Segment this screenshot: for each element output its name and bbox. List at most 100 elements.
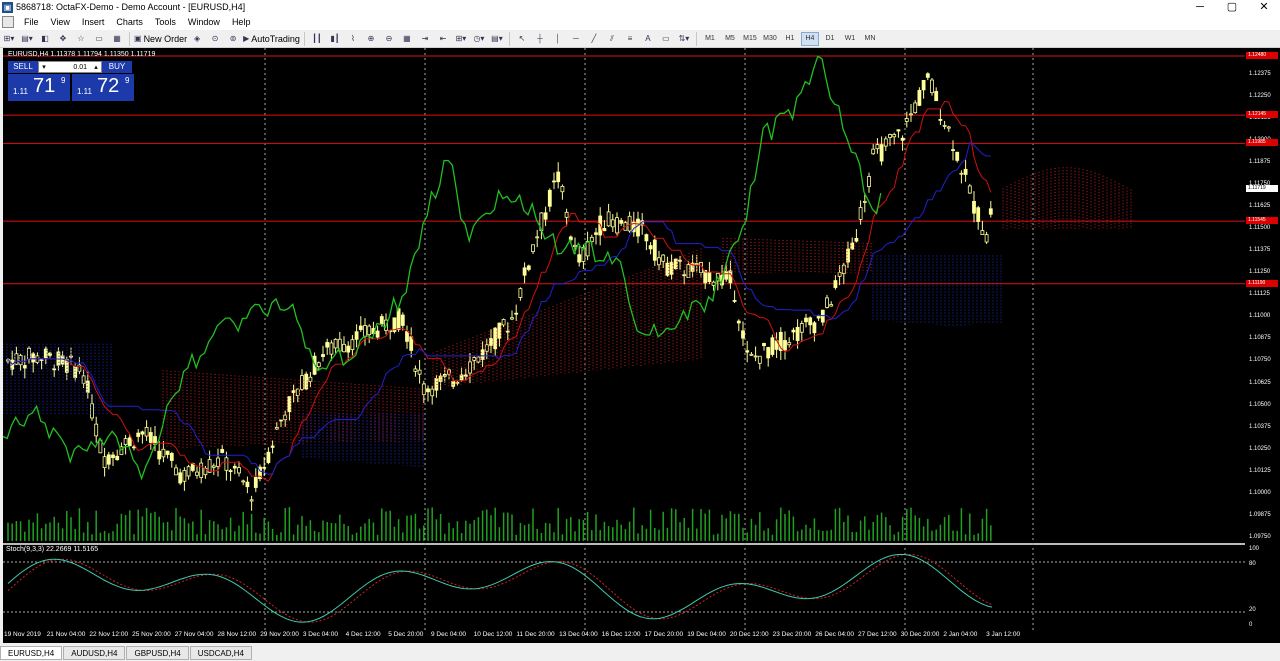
menu-help[interactable]: Help: [226, 14, 257, 30]
bar-chart-icon[interactable]: ┃┃: [309, 32, 325, 46]
indicators-icon[interactable]: ⊞▾: [453, 32, 469, 46]
bear-candle: [955, 151, 960, 161]
tab-eurusd[interactable]: EURUSD,H4: [0, 646, 63, 660]
timeframe-m1[interactable]: M1: [701, 32, 719, 46]
stochastic-label: Stoch(9,3,3) 22.2669 11.5165: [6, 546, 99, 553]
timeframe-h1[interactable]: H1: [781, 32, 799, 46]
signals-icon[interactable]: ⊙: [207, 32, 223, 46]
crosshair-icon[interactable]: ┼: [532, 32, 548, 46]
timeframe-h4[interactable]: H4: [800, 31, 819, 46]
bull-candle: [686, 264, 691, 278]
zoom-out-icon[interactable]: ⊖: [381, 32, 397, 46]
time-axis[interactable]: 19 Nov 2019 21 Nov 04:00 22 Nov 12:00 25 No…: [3, 630, 1245, 642]
bull-candle: [274, 427, 279, 430]
lot-value[interactable]: 0.01: [49, 64, 91, 71]
vertical-line-icon[interactable]: │: [550, 32, 566, 46]
periods-icon[interactable]: ◷▾: [471, 32, 487, 46]
chart-canvas[interactable]: [3, 48, 1245, 643]
new-order-button[interactable]: ▣ New Order: [134, 32, 187, 46]
menu-file[interactable]: File: [18, 14, 45, 30]
fibonacci-icon[interactable]: ≡: [622, 32, 638, 46]
tab-gbpusd[interactable]: GBPUSD,H4: [126, 646, 189, 660]
sell-price-button[interactable]: 1.11 71 9: [8, 74, 70, 101]
chart-window[interactable]: EURUSD,H4 1.11378 1.11794 1.11350 1.1171…: [3, 48, 1280, 643]
current-price-tag: 1.11719: [1246, 185, 1278, 192]
sell-button[interactable]: SELL: [8, 61, 38, 73]
market-watch-icon[interactable]: ◧: [37, 32, 53, 46]
bull-candle: [883, 138, 888, 147]
new-chart-icon[interactable]: ⊞▾: [1, 32, 17, 46]
tile-windows-icon[interactable]: ▦: [399, 32, 415, 46]
bull-candle: [430, 388, 435, 397]
menu-view[interactable]: View: [45, 14, 76, 30]
close-button[interactable]: ✕: [1248, 0, 1280, 14]
bull-candle: [144, 427, 149, 437]
tab-audusd[interactable]: AUDUSD,H4: [63, 646, 126, 660]
bear-candle: [925, 73, 930, 78]
bull-candle: [753, 355, 758, 358]
menu-window[interactable]: Window: [182, 14, 226, 30]
menu-charts[interactable]: Charts: [110, 14, 149, 30]
chart-shift-icon[interactable]: ⇤: [435, 32, 451, 46]
candlestick-icon[interactable]: ▮┃: [327, 32, 343, 46]
line-chart-icon[interactable]: ⌇: [345, 32, 361, 46]
zoom-in-icon[interactable]: ⊕: [363, 32, 379, 46]
bull-candle: [862, 200, 867, 203]
timeframe-m15[interactable]: M15: [741, 32, 759, 46]
bull-candle: [342, 343, 346, 353]
document-icon[interactable]: [2, 16, 14, 28]
bear-candle: [951, 149, 955, 151]
time-axis-label: 3 Jan 12:00: [986, 631, 1021, 638]
arrows-icon[interactable]: ⇅▾: [676, 32, 692, 46]
tab-usdcad[interactable]: USDCAD,H4: [189, 646, 252, 660]
cursor-icon[interactable]: ↖: [514, 32, 530, 46]
bull-candle: [224, 457, 229, 471]
lot-size-field[interactable]: ▾ 0.01 ▴: [38, 61, 102, 73]
timeframe-m30[interactable]: M30: [761, 32, 779, 46]
market-icon[interactable]: ⊚: [225, 32, 241, 46]
bull-candle: [829, 304, 834, 307]
menu-tools[interactable]: Tools: [149, 14, 182, 30]
profiles-icon[interactable]: ▤▾: [19, 32, 35, 46]
channel-icon[interactable]: ⫽: [604, 32, 620, 46]
stoch-axis-label: 100: [1249, 546, 1260, 552]
menu-insert[interactable]: Insert: [76, 14, 111, 30]
bear-candle: [400, 314, 405, 326]
data-window-icon[interactable]: ✥: [55, 32, 71, 46]
timeframe-d1[interactable]: D1: [821, 32, 839, 46]
autotrading-button[interactable]: ▶ AutoTrading: [243, 32, 300, 46]
bear-candle: [480, 349, 485, 360]
price-axis-label: 1.11625: [1249, 202, 1271, 209]
bull-candle: [858, 207, 863, 220]
bull-candle: [363, 325, 367, 337]
autoscroll-icon[interactable]: ⇥: [417, 32, 433, 46]
price-axis[interactable]: 1.123751.122501.121251.120001.118751.117…: [1245, 48, 1280, 643]
bull-candle: [535, 236, 540, 239]
navigator-icon[interactable]: ☆: [73, 32, 89, 46]
bear-candle: [220, 449, 225, 453]
metaeditor-icon[interactable]: ◈: [189, 32, 205, 46]
terminal-icon[interactable]: ▭: [91, 32, 107, 46]
minimize-button[interactable]: ─: [1184, 0, 1216, 14]
buy-price-button[interactable]: 1.11 72 9: [72, 74, 134, 101]
price-axis-label: 1.11250: [1249, 269, 1271, 276]
lot-increase-icon[interactable]: ▴: [91, 63, 101, 71]
buy-button[interactable]: BUY: [102, 61, 132, 73]
bear-candle: [762, 343, 766, 347]
trendline-icon[interactable]: ╱: [586, 32, 602, 46]
timeframe-w1[interactable]: W1: [841, 32, 859, 46]
label-icon[interactable]: ▭: [658, 32, 674, 46]
strategy-tester-icon[interactable]: ▦: [109, 32, 125, 46]
horizontal-line-icon[interactable]: ─: [568, 32, 584, 46]
templates-icon[interactable]: ▤▾: [489, 32, 505, 46]
lot-decrease-icon[interactable]: ▾: [39, 63, 49, 71]
bear-candle: [253, 477, 258, 488]
price-axis-label: 1.10500: [1249, 401, 1271, 408]
text-icon[interactable]: A: [640, 32, 656, 46]
timeframe-m5[interactable]: M5: [721, 32, 739, 46]
bull-candle: [501, 319, 506, 326]
restore-button[interactable]: ▢: [1216, 0, 1248, 14]
timeframe-mn[interactable]: MN: [861, 32, 879, 46]
bear-candle: [514, 312, 519, 315]
bull-candle: [787, 342, 792, 346]
